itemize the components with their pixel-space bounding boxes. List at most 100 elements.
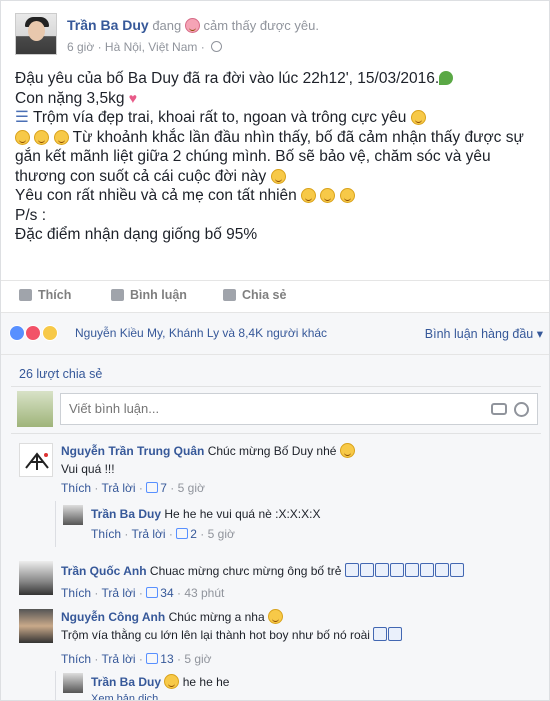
comment-time[interactable]: 5 giờ xyxy=(178,481,205,495)
wave-icon: ☰ xyxy=(15,109,29,126)
reaction-icons[interactable] xyxy=(9,325,58,341)
comment-time[interactable]: 5 giờ xyxy=(184,652,211,666)
post-line-text: Trộm vía đẹp trai, khoai rất to, ngoan v… xyxy=(32,109,407,126)
comment-icon xyxy=(111,289,124,301)
baby-face-icon xyxy=(410,110,426,125)
thumbs-up-icon xyxy=(419,563,434,577)
comment-reply-link[interactable]: Trả lời xyxy=(101,586,135,600)
comment-text: Chúc mừng a nha xyxy=(168,610,265,624)
love-reaction-icon xyxy=(25,325,42,341)
post-line: ☰ Trộm vía đẹp trai, khoai rất to, ngoan… xyxy=(15,108,537,128)
like-count-icon xyxy=(146,482,159,493)
commenter-name[interactable]: Nguyễn Trần Trung Quân xyxy=(61,444,204,458)
replier-name[interactable]: Trần Ba Duy xyxy=(91,675,161,689)
thumbs-up-icon xyxy=(434,563,449,577)
post-line: Đặc điểm nhận dạng giống bố 95% xyxy=(15,225,537,245)
divider xyxy=(11,433,541,434)
commenter-name[interactable]: Trần Quốc Anh xyxy=(61,564,147,578)
post-line: Con nặng 3,5kg ♥ xyxy=(15,89,537,109)
smile-icon xyxy=(34,129,50,145)
post-line: Từ khoảnh khắc lần đầu nhìn thấy, bố đã … xyxy=(15,128,537,187)
reply-line: Trần Ba Duy he he he xyxy=(91,674,229,691)
kiss-icon xyxy=(301,188,317,203)
meta-separator: · xyxy=(200,40,205,54)
feeling-text: cảm thấy được yêu. xyxy=(203,18,320,33)
author-avatar[interactable] xyxy=(15,13,57,55)
comment-composer[interactable] xyxy=(60,393,538,425)
reply-time[interactable]: 5 giờ xyxy=(208,527,235,541)
dot-separator: · xyxy=(200,527,205,541)
reactions-summary: Nguyễn Kiều My, Khánh Ly và 8,4K người k… xyxy=(1,312,549,354)
meta-separator: · xyxy=(97,40,102,54)
comment-line: Trần Quốc Anh Chuac mừng chưc mừng ông b… xyxy=(61,563,465,582)
comment-like-link[interactable]: Thích xyxy=(61,652,91,666)
post-location[interactable]: Hà Nội, Việt Nam xyxy=(105,40,197,54)
commenter-avatar[interactable] xyxy=(19,561,53,595)
avatar-face xyxy=(28,21,45,41)
thumbs-up-icon xyxy=(449,563,464,577)
dot-separator: · xyxy=(138,586,143,600)
replier-avatar[interactable] xyxy=(63,505,83,525)
like-count-icon xyxy=(146,587,159,598)
kiss-icon xyxy=(339,188,355,203)
reply-thread-line xyxy=(55,671,56,700)
reply-reply-link[interactable]: Trả lời xyxy=(131,527,165,541)
header-line: Trần Ba Duy đang cảm thấy được yêu. xyxy=(67,17,319,33)
post-line-text: Đậu yêu của bố Ba Duy đã ra đời vào lúc … xyxy=(15,70,440,87)
comment-like-count[interactable]: 13 xyxy=(160,652,173,666)
post-line-text: P/s : xyxy=(15,206,47,224)
post-time[interactable]: 6 giờ xyxy=(67,40,94,54)
comment-line: Nguyễn Trần Trung Quân Chúc mừng Bố Duy … xyxy=(61,443,355,460)
comment-reply-link[interactable]: Trả lời xyxy=(101,481,135,495)
see-translation-link[interactable]: Xem bản dịch xyxy=(91,691,158,700)
logo-icon xyxy=(25,452,49,470)
reply-actions: Thích · Trả lời · 2 · 5 giờ xyxy=(91,527,235,541)
comment-like-count[interactable]: 7 xyxy=(160,481,167,495)
post-meta: 6 giờ · Hà Nội, Việt Nam · xyxy=(67,40,223,54)
replier-name[interactable]: Trần Ba Duy xyxy=(91,507,161,521)
smile-icon xyxy=(164,674,180,689)
comment-text: Chuac mừng chưc mừng ông bố trẻ xyxy=(149,564,342,578)
smile-icon xyxy=(268,609,283,624)
reply-like-link[interactable]: Thích xyxy=(91,527,121,541)
comment-line: Nguyễn Công Anh Chúc mừng a nha xyxy=(61,609,283,626)
like-button[interactable]: Thích xyxy=(19,288,71,302)
reply-like-count[interactable]: 2 xyxy=(190,527,197,541)
thumbs-up-icon xyxy=(374,563,389,577)
like-label: Thích xyxy=(38,288,72,302)
comment-like-link[interactable]: Thích xyxy=(61,586,91,600)
replier-avatar[interactable] xyxy=(63,673,83,693)
commenter-name[interactable]: Nguyễn Công Anh xyxy=(61,610,165,624)
comment-input[interactable] xyxy=(69,401,449,416)
comment-label: Bình luận xyxy=(130,288,187,302)
globe-icon[interactable] xyxy=(211,41,223,52)
smile-icon xyxy=(53,129,69,145)
comment-like-count[interactable]: 34 xyxy=(160,586,173,600)
commenter-avatar[interactable] xyxy=(19,609,53,643)
share-button[interactable]: Chia sẻ xyxy=(223,288,286,302)
emoji-group xyxy=(373,627,403,646)
comment-sort-dropdown[interactable]: Bình luận hàng đầu ▾ xyxy=(425,326,543,341)
post-line: Đậu yêu của bố Ba Duy đã ra đời vào lúc … xyxy=(15,69,537,89)
smiley-icon[interactable] xyxy=(514,402,529,417)
commenter-avatar[interactable] xyxy=(19,443,53,477)
camera-icon[interactable] xyxy=(491,403,507,415)
like-reaction-icon xyxy=(9,325,25,341)
comment-button[interactable]: Bình luận xyxy=(111,288,187,302)
like-count-icon xyxy=(146,653,159,664)
caret-down-icon: ▾ xyxy=(536,327,543,341)
reply-text: He he he vui quá nè :X:X:X:X xyxy=(164,507,321,521)
smile-icon xyxy=(339,443,355,458)
post-line: Yêu con rất nhiều và cả mẹ con tất nhiên xyxy=(15,186,537,206)
comment-reply-link[interactable]: Trả lời xyxy=(101,652,135,666)
thumbs-up-icon xyxy=(359,563,374,577)
likers-text[interactable]: Nguyễn Kiều My, Khánh Ly và 8,4K người k… xyxy=(75,326,327,340)
comment-like-link[interactable]: Thích xyxy=(61,481,91,495)
dot-separator: · xyxy=(124,527,129,541)
author-name[interactable]: Trần Ba Duy xyxy=(67,17,149,33)
comment-actions: Thích · Trả lời · 13 · 5 giờ xyxy=(61,652,212,666)
reply-text: he he he xyxy=(182,675,230,689)
share-count[interactable]: 26 lượt chia sẻ xyxy=(19,367,102,381)
comment-time[interactable]: 43 phút xyxy=(184,586,224,600)
comment-actions: Thích · Trả lời · 34 · 43 phút xyxy=(61,586,224,600)
